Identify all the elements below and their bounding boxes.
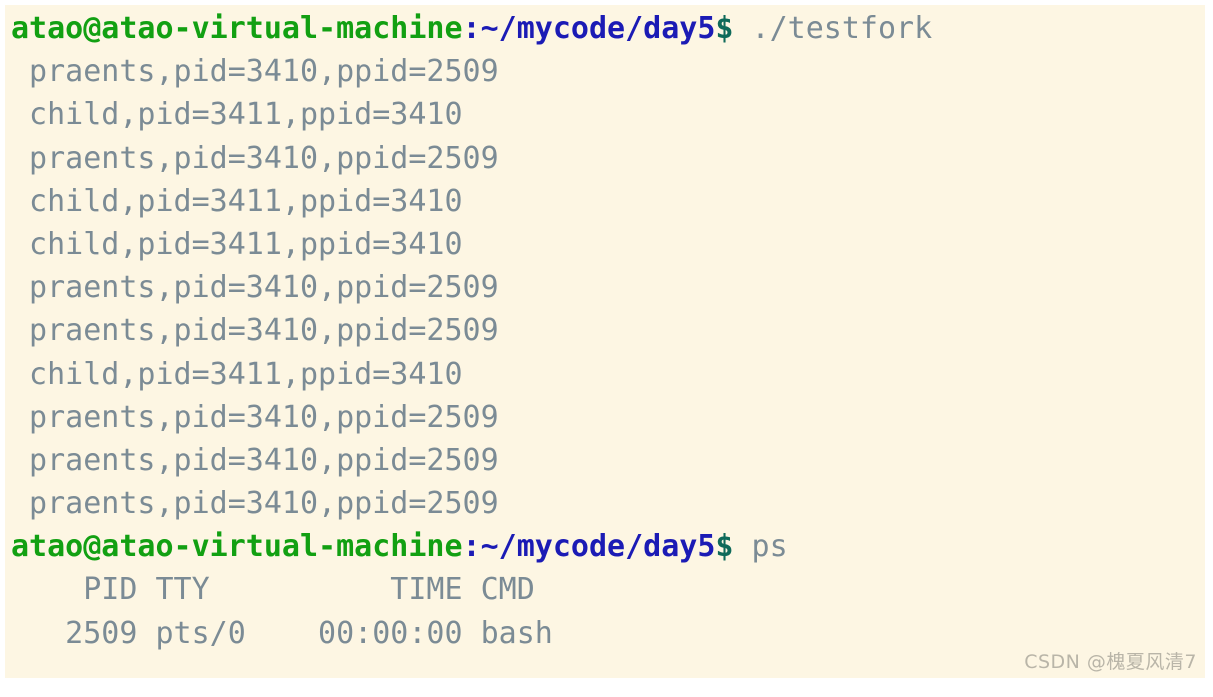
terminal-output-text: praents,pid=3410,ppid=2509 [11,270,499,306]
prompt-command: ps [733,529,788,565]
terminal-output-line: child,pid=3411,ppid=3410 [5,223,1205,266]
terminal-output-text: child,pid=3411,ppid=3410 [11,97,463,133]
prompt-colon: : [462,11,481,46]
terminal-output-text: 2509 pts/0 00:00:00 bash [11,615,553,651]
terminal-output-line: praents,pid=3410,ppid=2509 [5,482,1205,525]
prompt-command: ./testfork [733,11,933,46]
watermark: CSDN @槐夏风清7 [1024,651,1197,673]
terminal-window[interactable]: atao@atao-virtual-machine:~/mycode/day5$… [5,5,1205,678]
prompt-colon: : [462,529,481,565]
terminal-output-line: child,pid=3411,ppid=3410 [5,93,1205,136]
terminal-output-line: praents,pid=3410,ppid=2509 [5,439,1205,482]
prompt-user-host: atao@atao-virtual-machine [11,529,463,565]
terminal-output-text: praents,pid=3410,ppid=2509 [11,313,499,349]
terminal-output-text: praents,pid=3410,ppid=2509 [11,54,499,90]
terminal-screen[interactable]: atao@atao-virtual-machine:~/mycode/day5$… [5,7,1205,678]
terminal-output-text: child,pid=3411,ppid=3410 [11,183,463,219]
terminal-output-line: praents,pid=3410,ppid=2509 [5,309,1205,352]
prompt-path: ~/mycode/day5 [480,529,716,565]
terminal-output-text: PID TTY TIME CMD [11,572,535,608]
prompt-user-host: atao@atao-virtual-machine [11,11,463,46]
terminal-prompt-line: atao@atao-virtual-machine:~/mycode/day5$… [5,7,1205,50]
terminal-prompt-line: atao@atao-virtual-machine:~/mycode/day5$… [5,525,1205,568]
terminal-output-line: PID TTY TIME CMD [5,568,1205,611]
terminal-output-line: child,pid=3411,ppid=3410 [5,353,1205,396]
terminal-output-text: child,pid=3411,ppid=3410 [11,356,463,392]
prompt-symbol: $ [715,11,734,46]
terminal-output-text: praents,pid=3410,ppid=2509 [11,399,499,435]
terminal-output-line: child,pid=3411,ppid=3410 [5,180,1205,223]
prompt-path: ~/mycode/day5 [480,11,716,46]
terminal-output-line: praents,pid=3410,ppid=2509 [5,137,1205,180]
terminal-output-text: praents,pid=3410,ppid=2509 [11,486,499,522]
terminal-output-text: praents,pid=3410,ppid=2509 [11,140,499,176]
prompt-symbol: $ [715,529,734,565]
terminal-output-text: praents,pid=3410,ppid=2509 [11,442,499,478]
terminal-output-line: praents,pid=3410,ppid=2509 [5,50,1205,93]
terminal-output-line: praents,pid=3410,ppid=2509 [5,396,1205,439]
terminal-output-text: child,pid=3411,ppid=3410 [11,226,463,262]
terminal-output-line: praents,pid=3410,ppid=2509 [5,266,1205,309]
